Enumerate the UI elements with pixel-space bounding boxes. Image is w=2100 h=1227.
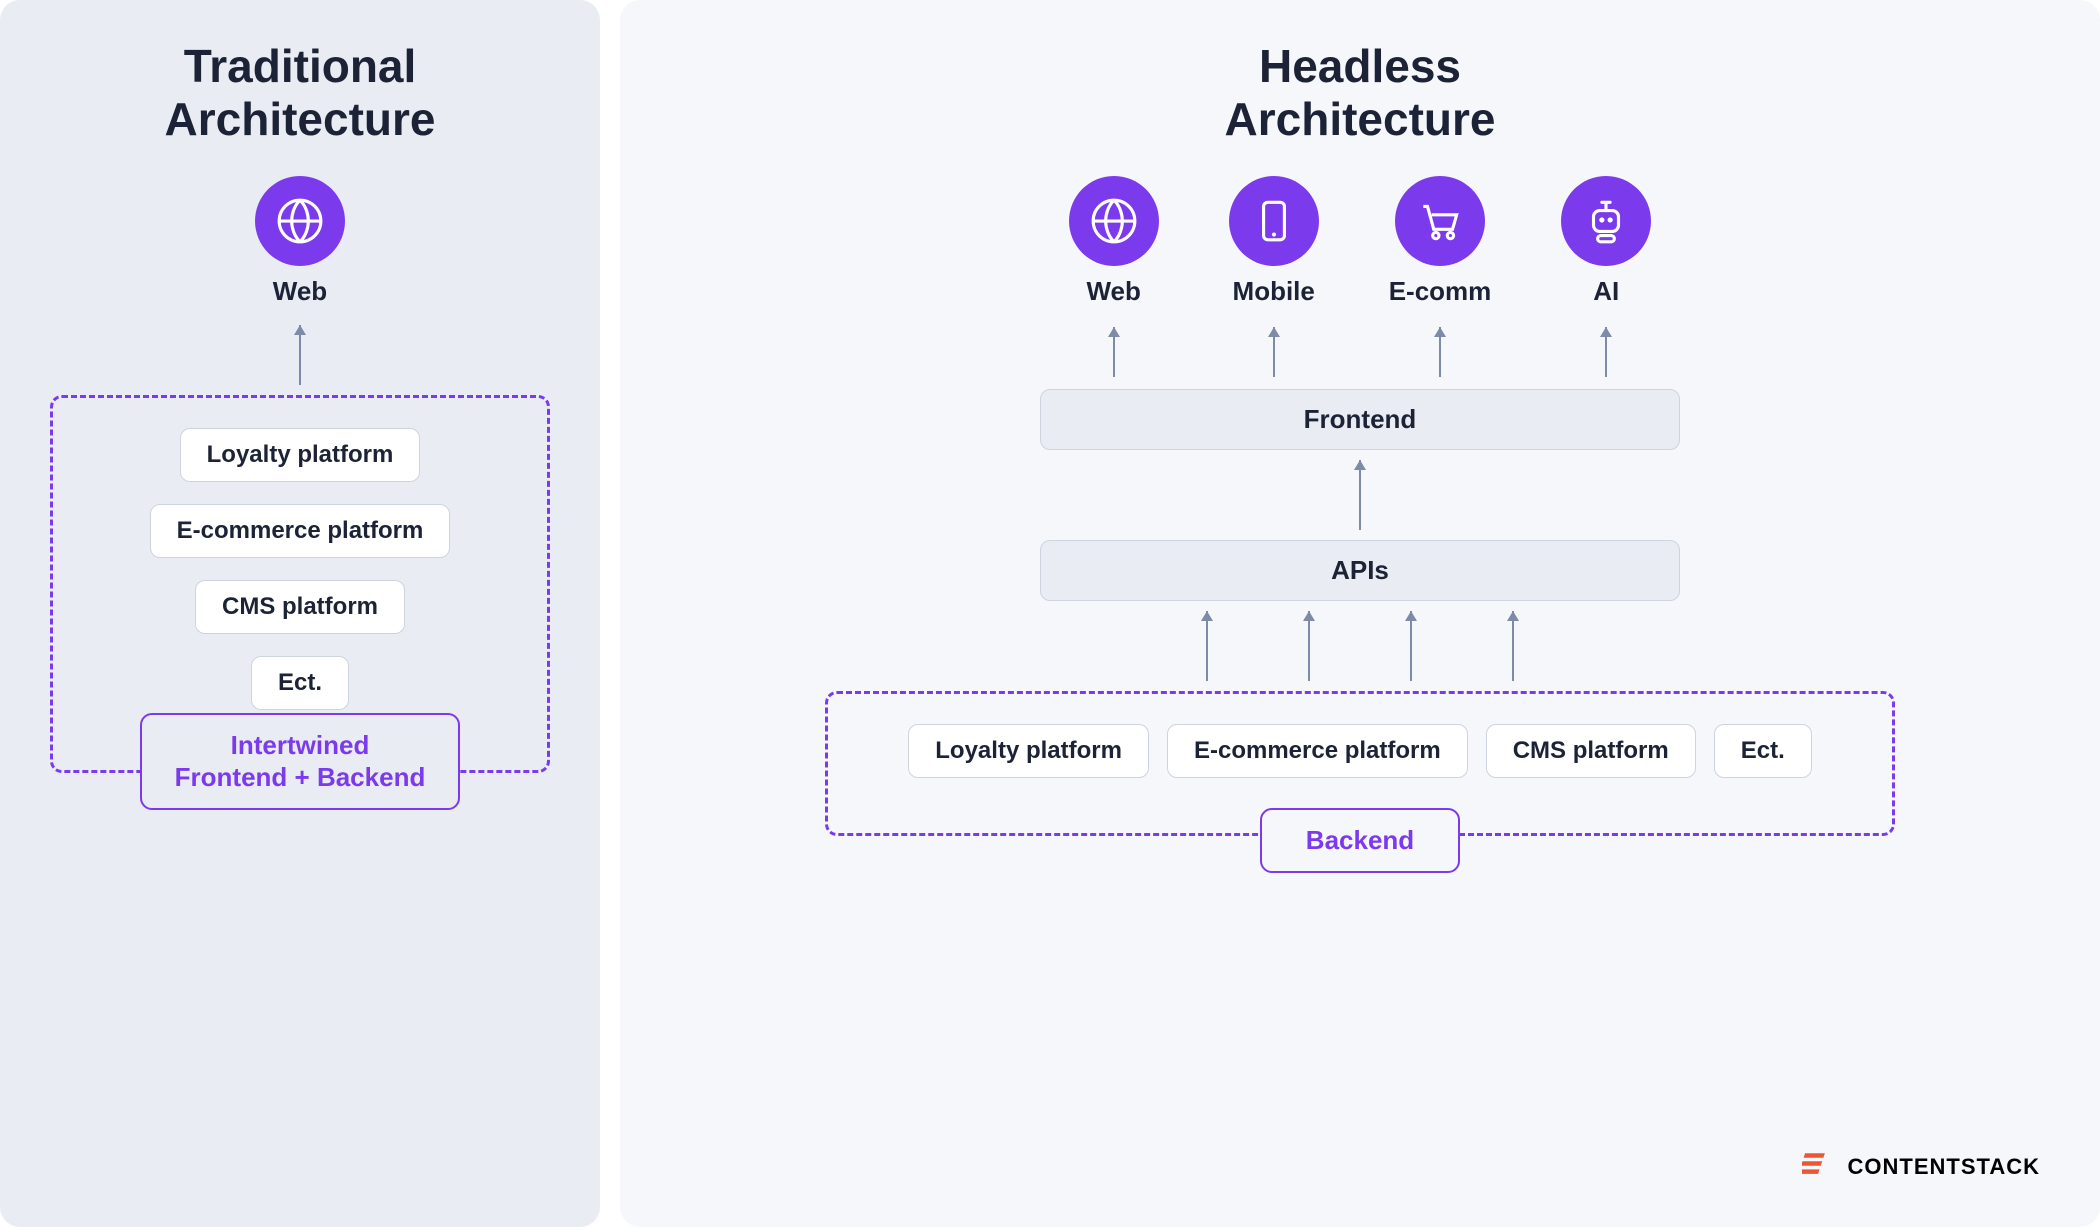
arrow-up-icon xyxy=(1605,327,1607,377)
platform-pill: E-commerce platform xyxy=(150,504,451,558)
arrow-up-icon xyxy=(1113,327,1115,377)
mobile-icon xyxy=(1229,176,1319,266)
channels-row: Web Mobile E-comm AI xyxy=(1069,176,1652,389)
label-line: Intertwined xyxy=(231,730,370,760)
contentstack-icon xyxy=(1802,1146,1838,1187)
brand-logo: CONTENTSTACK xyxy=(1802,1146,2040,1187)
headless-backend-box: Loyalty platform E-commerce platform CMS… xyxy=(825,691,1895,836)
title-line: Traditional xyxy=(184,40,417,92)
backend-label: Backend xyxy=(1260,808,1460,873)
channel-label: Mobile xyxy=(1233,276,1315,307)
multi-arrows xyxy=(1206,601,1514,691)
channel-web: Web xyxy=(1069,176,1159,389)
brand-name: CONTENTSTACK xyxy=(1848,1154,2040,1180)
arrow-up-icon xyxy=(299,325,301,385)
intertwined-label: Intertwined Frontend + Backend xyxy=(140,713,460,810)
platform-pill: Loyalty platform xyxy=(180,428,421,482)
channel-label: AI xyxy=(1593,276,1619,307)
arrow-up-icon xyxy=(1206,611,1208,681)
platform-pill: Ect. xyxy=(1714,724,1812,778)
frontend-bar: Frontend xyxy=(1040,389,1680,450)
cart-icon xyxy=(1395,176,1485,266)
title-line: Architecture xyxy=(165,93,436,145)
headless-title: Headless Architecture xyxy=(1225,40,1496,146)
platform-pill: Loyalty platform xyxy=(908,724,1149,778)
channel-ai: AI xyxy=(1561,176,1651,389)
arrow-up-icon xyxy=(1359,460,1361,530)
channel-label: E-comm xyxy=(1389,276,1492,307)
channel-mobile: Mobile xyxy=(1229,176,1319,389)
channel-label: Web xyxy=(1086,276,1140,307)
platform-pill: Ect. xyxy=(251,656,349,710)
arrow-up-icon xyxy=(1512,611,1514,681)
arrow-up-icon xyxy=(1439,327,1441,377)
arrow-up-icon xyxy=(1410,611,1412,681)
globe-icon xyxy=(255,176,345,266)
title-line: Headless xyxy=(1259,40,1461,92)
traditional-title: Traditional Architecture xyxy=(165,40,436,146)
platform-pill: CMS platform xyxy=(1486,724,1696,778)
apis-bar: APIs xyxy=(1040,540,1680,601)
traditional-panel: Traditional Architecture Web Loyalty pla… xyxy=(0,0,600,1227)
title-line: Architecture xyxy=(1225,93,1496,145)
channel-ecomm: E-comm xyxy=(1389,176,1492,389)
headless-panel: Headless Architecture Web Mobile E-comm xyxy=(620,0,2100,1227)
channel-label: Web xyxy=(273,276,327,307)
arrow-up-icon xyxy=(1273,327,1275,377)
arrow-up-icon xyxy=(1308,611,1310,681)
traditional-backend-box: Loyalty platform E-commerce platform CMS… xyxy=(50,395,550,773)
globe-icon xyxy=(1069,176,1159,266)
platform-pill: E-commerce platform xyxy=(1167,724,1468,778)
platform-pill: CMS platform xyxy=(195,580,405,634)
label-line: Frontend + Backend xyxy=(175,762,426,792)
robot-icon xyxy=(1561,176,1651,266)
